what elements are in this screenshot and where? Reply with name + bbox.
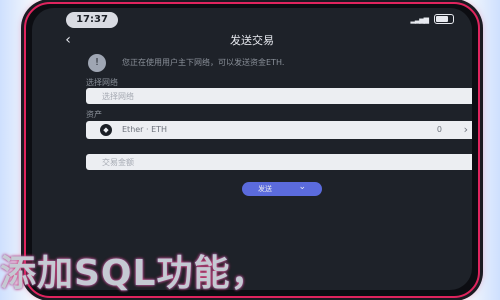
- send-button[interactable]: 发送 ⌄: [242, 182, 322, 196]
- notice-text: 您正在使用用户主下网络，可以发送资金ETH.: [122, 58, 285, 67]
- status-bar: 17:37 ▂▃▅▆: [32, 8, 472, 30]
- battery-icon: [434, 14, 454, 24]
- chevron-down-icon: ⌄: [298, 182, 306, 192]
- send-button-label: 发送: [258, 185, 272, 193]
- page-title: 发送交易: [230, 34, 274, 47]
- network-select[interactable]: 选择网络: [86, 88, 472, 104]
- signal-icon: ▂▃▅▆: [410, 16, 429, 24]
- status-time: 17:37: [66, 12, 118, 28]
- network-notice: ! 您正在使用用户主下网络，可以发送资金ETH.: [72, 52, 432, 74]
- app-screen: 17:37 ▂▃▅▆ ‹ 发送交易 ! 您正在使用用户主下网络，可以发送资金ET…: [32, 8, 472, 290]
- asset-label: 资产: [86, 110, 102, 119]
- amount-placeholder: 交易金额: [102, 158, 134, 167]
- asset-balance: 0: [436, 125, 442, 134]
- page-header: ‹ 发送交易: [32, 30, 472, 50]
- chevron-right-icon: ›: [463, 123, 468, 136]
- eth-icon: ◆: [100, 124, 112, 136]
- network-placeholder: 选择网络: [102, 92, 134, 101]
- asset-select[interactable]: ◆ Ether · ETH 0 ›: [86, 121, 472, 139]
- network-label: 选择网络: [86, 78, 118, 87]
- amount-input[interactable]: 交易金额: [86, 154, 472, 170]
- overlay-banner-text: 添加SQL功能，: [0, 253, 268, 294]
- asset-name: Ether · ETH: [122, 125, 168, 134]
- warning-icon: !: [88, 54, 106, 72]
